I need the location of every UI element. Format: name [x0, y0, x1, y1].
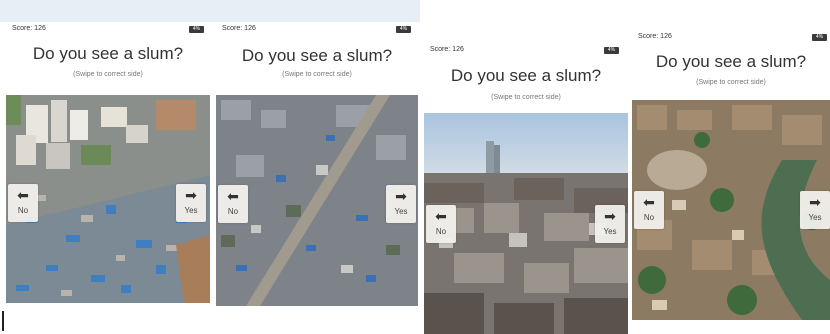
no-label: No	[227, 207, 239, 216]
score-label: Score: 126	[12, 25, 46, 32]
yes-button[interactable]: ➡ Yes	[800, 191, 830, 229]
score-label: Score: 126	[638, 33, 672, 40]
arrow-left-icon: ⬅	[227, 189, 239, 205]
question-title: Do you see a slum?	[450, 66, 602, 85]
yes-button[interactable]: ➡ Yes	[595, 205, 625, 243]
battery-indicator: 4%	[812, 34, 827, 41]
no-button[interactable]: ⬅ No	[634, 191, 664, 229]
no-label: No	[643, 213, 655, 222]
arrow-left-icon: ⬅	[17, 188, 29, 204]
yes-label: Yes	[603, 227, 617, 236]
swipe-hint: (Swipe to correct side)	[696, 79, 766, 86]
no-label: No	[435, 227, 447, 236]
app-screen-1: Score: 126 4% Do you see a slum? (Swipe …	[6, 22, 210, 334]
question-title: Do you see a slum?	[241, 46, 393, 65]
yes-label: Yes	[394, 207, 408, 216]
arrow-left-icon: ⬅	[643, 195, 655, 211]
app-screen-4: Score: 126 4% Do you see a slum? (Swipe …	[632, 30, 830, 320]
yes-label: Yes	[808, 213, 822, 222]
no-label: No	[17, 206, 29, 215]
arrow-right-icon: ➡	[395, 189, 407, 205]
edge-marker	[2, 311, 4, 331]
question-title: Do you see a slum?	[32, 44, 184, 63]
no-button[interactable]: ⬅ No	[218, 185, 248, 223]
battery-indicator: 4%	[604, 47, 619, 54]
battery-indicator: 4%	[189, 26, 204, 33]
arrow-right-icon: ➡	[809, 195, 821, 211]
question-title: Do you see a slum?	[655, 52, 807, 71]
no-button[interactable]: ⬅ No	[8, 184, 38, 222]
swipe-hint: (Swipe to correct side)	[282, 71, 352, 78]
battery-indicator: 4%	[396, 26, 411, 33]
yes-button[interactable]: ➡ Yes	[386, 185, 416, 223]
swipe-hint: (Swipe to correct side)	[491, 94, 561, 101]
app-screen-2: Score: 126 4% Do you see a slum? (Swipe …	[216, 22, 418, 334]
swipe-hint: (Swipe to correct side)	[73, 71, 143, 78]
yes-label: Yes	[184, 206, 198, 215]
no-button[interactable]: ⬅ No	[426, 205, 456, 243]
yes-button[interactable]: ➡ Yes	[176, 184, 206, 222]
arrow-left-icon: ⬅	[435, 209, 447, 225]
top-background	[0, 0, 420, 22]
app-screen-3: Score: 126 4% Do you see a slum? (Swipe …	[424, 42, 628, 334]
arrow-right-icon: ➡	[185, 188, 197, 204]
arrow-right-icon: ➡	[604, 209, 616, 225]
score-label: Score: 126	[222, 25, 256, 32]
score-label: Score: 126	[430, 46, 464, 53]
